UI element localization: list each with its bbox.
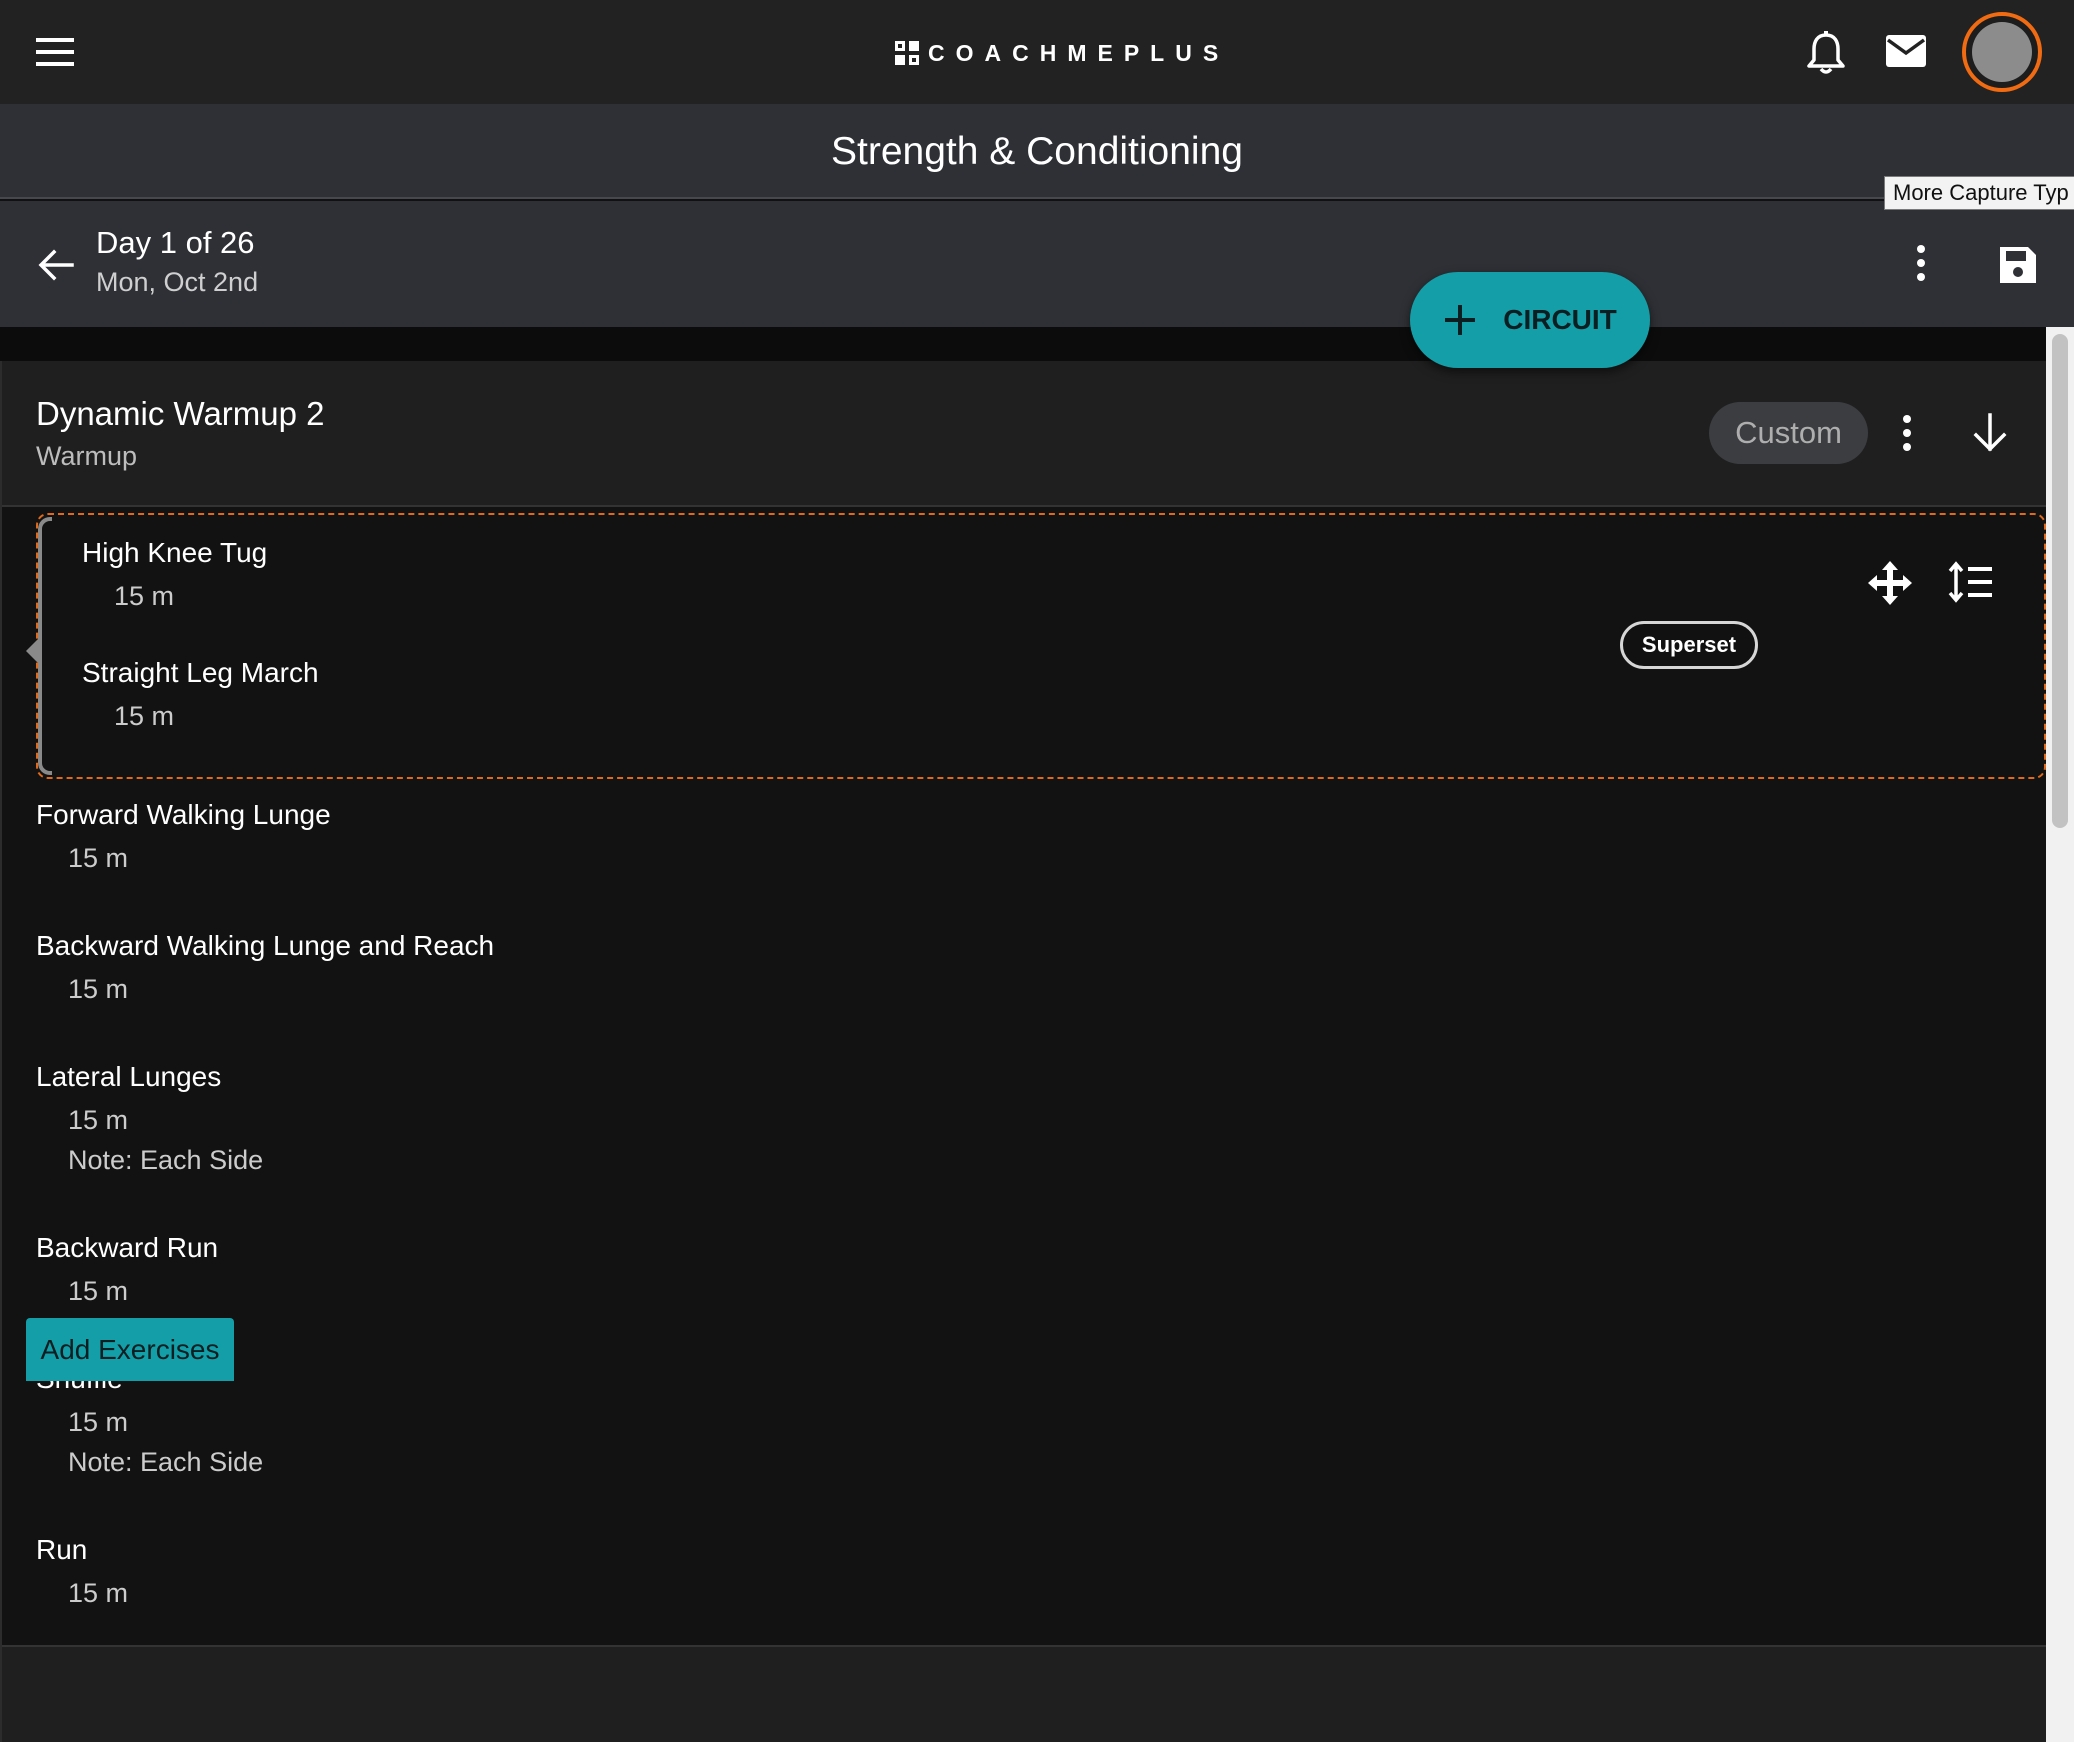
exercise-value: 15 m	[68, 1105, 129, 1135]
move-icon[interactable]	[1866, 559, 1914, 607]
arrow-down-icon[interactable]	[1968, 411, 2012, 455]
block-footer	[2, 1645, 2046, 1742]
divider	[0, 327, 2046, 361]
block-subtitle: Warmup	[36, 441, 138, 471]
exercise-name[interactable]: Backward Run	[36, 1232, 218, 1264]
exercise-name[interactable]: Straight Leg March	[82, 657, 319, 689]
app-logo[interactable]: COACHMEPLUS	[894, 36, 1229, 70]
reorder-list-icon[interactable]	[1948, 561, 1994, 603]
exercise-name[interactable]: Run	[36, 1534, 87, 1566]
superset-group[interactable]: High Knee Tug 15 m Straight Leg March 15…	[26, 513, 2046, 779]
day-toolbar: Day 1 of 26 Mon, Oct 2nd	[0, 201, 2074, 327]
tooltip: More Capture Typ	[1884, 176, 2074, 210]
exercise-name[interactable]: High Knee Tug	[82, 537, 267, 569]
add-exercises-button[interactable]: Add Exercises	[26, 1318, 234, 1381]
exercise-name[interactable]: Backward Walking Lunge and Reach	[36, 930, 494, 962]
day-date: Mon, Oct 2nd	[96, 267, 259, 297]
bell-icon[interactable]	[1805, 30, 1847, 76]
mail-icon[interactable]	[1884, 32, 1928, 70]
superset-bracket	[38, 517, 52, 775]
superset-caret-icon	[26, 639, 38, 663]
more-vert-icon[interactable]	[1904, 243, 1938, 283]
logo-text: COACHMEPLUS	[928, 39, 1230, 66]
module-header: Strength & Conditioning	[0, 104, 2074, 199]
day-title: Day 1 of 26	[96, 225, 255, 260]
exercise-value: 15 m	[68, 1276, 129, 1306]
menu-icon[interactable]	[34, 32, 78, 72]
logo-mark-icon	[894, 40, 920, 66]
exercise-name[interactable]: Lateral Lunges	[36, 1061, 221, 1093]
block-header: Dynamic Warmup 2 Warmup Custom	[2, 361, 2046, 507]
avatar-image	[1972, 22, 2032, 82]
exercise-value: 15 m	[68, 974, 129, 1004]
exercise-value: 15 m	[68, 1407, 129, 1437]
back-arrow-icon[interactable]	[36, 245, 76, 285]
exercise-note: Note: Each Side	[68, 1447, 264, 1477]
plus-icon	[1443, 303, 1477, 337]
workout-block-card: Dynamic Warmup 2 Warmup Custom High Knee…	[0, 361, 2046, 1742]
superset-badge: Superset	[1620, 621, 1758, 669]
save-icon[interactable]	[1996, 243, 2040, 287]
block-title: Dynamic Warmup 2	[36, 395, 325, 432]
exercise-value: 15 m	[114, 581, 175, 611]
block-more-vert-icon[interactable]	[1890, 413, 1924, 453]
exercise-value: 15 m	[114, 701, 175, 731]
top-app-bar: COACHMEPLUS	[0, 0, 2074, 104]
page-title: Strength & Conditioning	[831, 130, 1243, 173]
exercise-value: 15 m	[68, 1578, 129, 1608]
exercise-note: Note: Each Side	[68, 1145, 264, 1175]
exercise-value: 15 m	[68, 843, 129, 873]
custom-chip[interactable]: Custom	[1709, 402, 1868, 464]
add-circuit-button[interactable]: CIRCUIT	[1410, 272, 1650, 368]
exercise-name[interactable]: Forward Walking Lunge	[36, 799, 331, 831]
avatar[interactable]	[1962, 12, 2042, 92]
scrollbar-thumb[interactable]	[2052, 334, 2068, 828]
circuit-button-label: CIRCUIT	[1503, 304, 1617, 335]
